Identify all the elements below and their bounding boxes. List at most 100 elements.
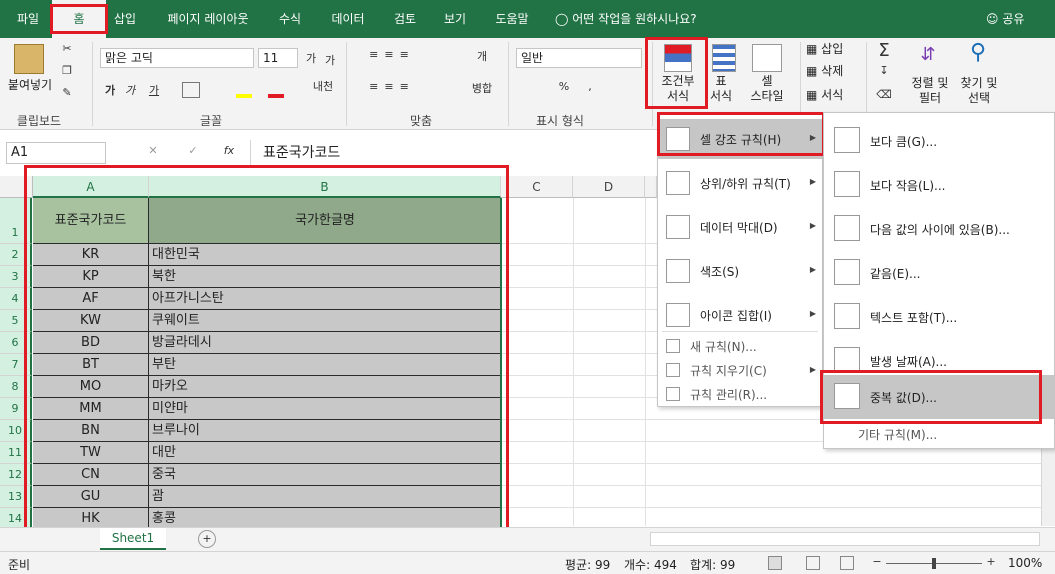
sheet-tab-sheet1[interactable]: Sheet1: [100, 528, 166, 550]
copy-icon[interactable]: ❐: [60, 64, 74, 77]
insert-cells-button[interactable]: ▦ 삽입: [806, 42, 862, 57]
percent-button[interactable]: %: [556, 80, 572, 93]
horizontal-scrollbar[interactable]: [650, 532, 1040, 546]
zoom-out-icon[interactable]: −: [872, 555, 882, 568]
tab-formulas[interactable]: 수식: [270, 0, 310, 38]
font-name-combo[interactable]: 맑은 고딕: [100, 48, 254, 68]
row-header[interactable]: 13: [0, 486, 32, 508]
row-header[interactable]: 5: [0, 310, 32, 332]
highlight-rule-item[interactable]: 중복 값(D)...: [824, 375, 1054, 419]
cf-menu-item[interactable]: 새 규칙(N)...: [658, 335, 822, 357]
cf-menu-item[interactable]: 상위/하위 규칙(T) ▶: [658, 163, 822, 203]
cell-code[interactable]: MM: [33, 398, 149, 420]
cf-menu-item[interactable]: 색조(S) ▶: [658, 251, 822, 291]
select-all-corner[interactable]: [0, 176, 33, 198]
cell-name[interactable]: 브루나이: [149, 420, 501, 442]
row-header[interactable]: 3: [0, 266, 32, 288]
increase-font-icon[interactable]: 가: [304, 50, 318, 66]
row-header[interactable]: 1: [0, 198, 32, 244]
function-icon[interactable]: fx: [222, 144, 236, 157]
cell-name[interactable]: 마카오: [149, 376, 501, 398]
share-button[interactable]: ☺ 공유: [986, 0, 1024, 38]
cut-icon[interactable]: ✂: [60, 42, 74, 55]
cell-code[interactable]: TW: [33, 442, 149, 464]
find-select-button[interactable]: 찾기 및 선택: [956, 76, 1002, 106]
comma-button[interactable]: ,: [584, 80, 596, 93]
column-header-e[interactable]: [645, 176, 657, 198]
highlight-rule-item[interactable]: 보다 작음(L)...: [824, 163, 1054, 207]
column-header-a[interactable]: A: [33, 176, 149, 198]
cell-name[interactable]: 괌: [149, 486, 501, 508]
cell-code[interactable]: KW: [33, 310, 149, 332]
name-box[interactable]: A1: [6, 142, 106, 164]
bold-button[interactable]: 가: [104, 82, 116, 98]
number-format-combo[interactable]: 일반: [516, 48, 642, 68]
column-header-c[interactable]: C: [501, 176, 573, 198]
row-header[interactable]: 7: [0, 354, 32, 376]
header-cell-name[interactable]: 국가한글명: [149, 198, 501, 244]
cell-styles-button[interactable]: 셀 스타일: [744, 74, 790, 104]
cf-menu-item[interactable]: 아이콘 집합(I) ▶: [658, 295, 822, 335]
clear-icon[interactable]: ⌫: [876, 88, 892, 101]
cell-code[interactable]: BN: [33, 420, 149, 442]
autosum-icon[interactable]: Σ: [876, 40, 892, 61]
cell-name[interactable]: 미얀마: [149, 398, 501, 420]
font-size-combo[interactable]: 11: [258, 48, 298, 68]
tab-data[interactable]: 데이터: [322, 0, 374, 38]
sort-filter-button[interactable]: 정렬 및 필터: [906, 76, 954, 106]
paste-button[interactable]: 붙여넣기: [4, 78, 56, 93]
cancel-icon[interactable]: ✕: [146, 144, 160, 157]
cell-name[interactable]: 중국: [149, 464, 501, 486]
underline-button[interactable]: 가: [148, 82, 160, 98]
cell-name[interactable]: 대만: [149, 442, 501, 464]
header-cell-code[interactable]: 표준국가코드: [33, 198, 149, 244]
format-as-table-button[interactable]: 표 서식: [706, 74, 736, 104]
cell-code[interactable]: AF: [33, 288, 149, 310]
delete-cells-button[interactable]: ▦ 삭제: [806, 64, 862, 79]
normal-view-icon[interactable]: [768, 556, 782, 570]
highlight-rule-item[interactable]: 보다 큼(G)...: [824, 119, 1054, 163]
italic-button[interactable]: 가: [124, 82, 136, 98]
format-cells-button[interactable]: ▦ 서식: [806, 88, 862, 103]
row-header[interactable]: 12: [0, 464, 32, 486]
tell-me-box[interactable]: ◯ 어떤 작업을 원하시나요?: [555, 0, 697, 38]
cf-menu-item[interactable]: 셀 강조 규칙(H) ▶: [658, 119, 822, 159]
cell-code[interactable]: BT: [33, 354, 149, 376]
fill-color-icon[interactable]: [236, 94, 252, 98]
font-color-icon[interactable]: [268, 94, 284, 98]
cell-name[interactable]: 쿠웨이트: [149, 310, 501, 332]
row-header[interactable]: 6: [0, 332, 32, 354]
cf-menu-item[interactable]: 규칙 관리(R)...: [658, 383, 822, 405]
fill-icon[interactable]: ↧: [876, 64, 892, 77]
row-header[interactable]: 10: [0, 420, 32, 442]
cell-code[interactable]: KR: [33, 244, 149, 266]
column-header-b[interactable]: B: [149, 176, 501, 198]
column-header-d[interactable]: D: [573, 176, 645, 198]
tab-review[interactable]: 검토: [386, 0, 424, 38]
enter-icon[interactable]: ✓: [186, 144, 200, 157]
highlight-rule-item[interactable]: 텍스트 포함(T)...: [824, 295, 1054, 339]
border-icon[interactable]: [182, 82, 200, 98]
cell-code[interactable]: KP: [33, 266, 149, 288]
tab-file[interactable]: 파일: [6, 0, 50, 38]
cell-code[interactable]: GU: [33, 486, 149, 508]
tab-insert[interactable]: 삽입: [106, 0, 144, 38]
row-header[interactable]: 9: [0, 398, 32, 420]
row-header[interactable]: 8: [0, 376, 32, 398]
tab-view[interactable]: 보기: [436, 0, 474, 38]
cell-code[interactable]: CN: [33, 464, 149, 486]
page-break-view-icon[interactable]: [840, 556, 854, 570]
highlight-rule-item[interactable]: 같음(E)...: [824, 251, 1054, 295]
decrease-font-icon[interactable]: 가: [324, 52, 336, 68]
page-layout-view-icon[interactable]: [806, 556, 820, 570]
format-painter-icon[interactable]: ✎: [60, 86, 74, 99]
cell-name[interactable]: 대한민국: [149, 244, 501, 266]
row-header[interactable]: 2: [0, 244, 32, 266]
cell-code[interactable]: BD: [33, 332, 149, 354]
zoom-in-icon[interactable]: +: [986, 555, 996, 568]
cell-name[interactable]: 부탄: [149, 354, 501, 376]
highlight-rule-item[interactable]: 기타 규칙(M)...: [824, 423, 1054, 445]
cf-menu-item[interactable]: 규칙 지우기(C) ▶: [658, 359, 822, 381]
cell-code[interactable]: MO: [33, 376, 149, 398]
merge-button[interactable]: 병합: [470, 80, 494, 96]
